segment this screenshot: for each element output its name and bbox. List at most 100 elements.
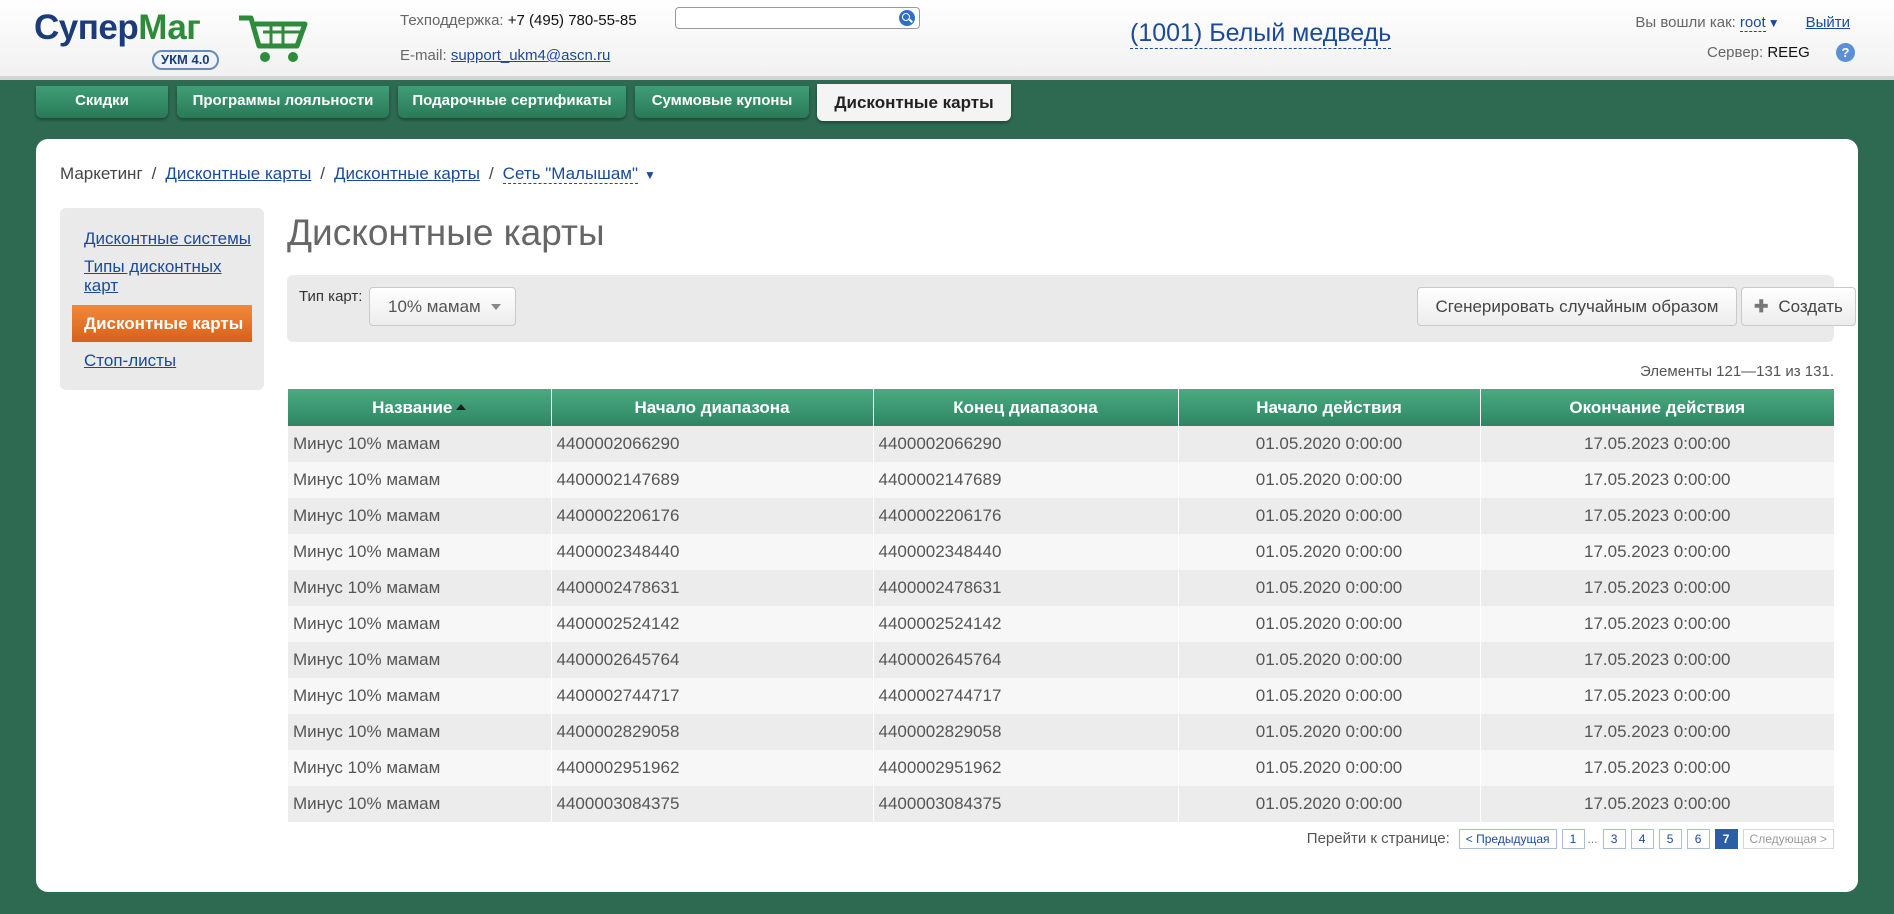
table-row[interactable]: Минус 10% мамам 4400002951962 440000295196… xyxy=(288,750,1834,786)
table-row[interactable]: Минус 10% мамам 4400002066290 440000206629… xyxy=(288,426,1834,462)
page-link[interactable]: 6 xyxy=(1686,829,1710,849)
page-link[interactable]: 1 xyxy=(1561,829,1585,849)
table-row[interactable]: Минус 10% мамам 4400002524142 440000252414… xyxy=(288,606,1834,642)
support-email-link[interactable]: support_ukm4@ascn.ru xyxy=(451,47,610,64)
table-row[interactable]: Минус 10% мамам 4400002206176 440000220617… xyxy=(288,498,1834,534)
breadcrumb-marketing: Маркетинг xyxy=(60,164,143,183)
cell-range-end: 4400002951962 xyxy=(873,750,1179,786)
create-button[interactable]: ✚ Создать xyxy=(1741,287,1856,326)
table-row[interactable]: Минус 10% мамам 4400002744717 440000274471… xyxy=(288,678,1834,714)
cell-valid-from: 01.05.2020 0:00:00 xyxy=(1178,462,1481,498)
cell-range-end: 4400002348440 xyxy=(873,534,1179,570)
tab-loyalty-programs[interactable]: Программы лояльности xyxy=(177,86,389,118)
page-link[interactable]: 3 xyxy=(1602,829,1626,849)
cell-name: Минус 10% мамам xyxy=(288,498,552,534)
card-type-select[interactable]: 10% мамам xyxy=(369,287,516,326)
page-ellipsis: ... xyxy=(1587,832,1598,846)
sidebar-item-discount-systems[interactable]: Дисконтные системы xyxy=(60,229,264,248)
column-header-valid-to[interactable]: Окончание действия xyxy=(1480,389,1834,426)
table-row[interactable]: Минус 10% мамам 4400003084375 440000308437… xyxy=(288,786,1834,822)
cell-name: Минус 10% мамам xyxy=(288,786,552,822)
cell-range-start: 4400002829058 xyxy=(551,714,874,750)
cell-name: Минус 10% мамам xyxy=(288,570,552,606)
table-row[interactable]: Минус 10% мамам 4400002829058 440000282905… xyxy=(288,714,1834,750)
cell-valid-to: 17.05.2023 0:00:00 xyxy=(1480,642,1834,678)
logo-badge: УКМ 4.0 xyxy=(152,50,219,70)
current-page[interactable]: 7 xyxy=(1714,829,1738,849)
generate-random-button[interactable]: Сгенерировать случайным образом xyxy=(1417,287,1737,326)
tab-discount-cards[interactable]: Дисконтные карты xyxy=(817,84,1011,121)
tab-discounts[interactable]: Скидки xyxy=(36,86,168,118)
plus-icon: ✚ xyxy=(1754,297,1769,316)
pagination: Перейти к странице: < Предыдущая 1... 3 4 5 6 7… xyxy=(1307,829,1834,849)
breadcrumb-discount-cards-2[interactable]: Дисконтные карты xyxy=(334,164,480,183)
user-menu[interactable]: root xyxy=(1739,14,1766,32)
cell-valid-from: 01.05.2020 0:00:00 xyxy=(1178,570,1481,606)
cell-range-end: 4400002744717 xyxy=(873,678,1179,714)
help-icon[interactable]: ? xyxy=(1836,43,1855,62)
column-header-valid-from[interactable]: Начало действия xyxy=(1178,389,1481,426)
filter-toolbar: Тип карт: 10% мамам Сгенерировать случай… xyxy=(287,275,1856,342)
supermag-logo[interactable]: СуперМаг УКМ 4.0 xyxy=(34,6,308,72)
logo-text: СуперМаг xyxy=(34,8,201,47)
tab-sum-coupons[interactable]: Суммовые купоны xyxy=(635,86,809,118)
cell-range-end: 4400002645764 xyxy=(873,642,1179,678)
cell-name: Минус 10% мамам xyxy=(288,642,552,678)
logout-link[interactable]: Выйти xyxy=(1806,14,1850,31)
page-link[interactable]: 5 xyxy=(1658,829,1682,849)
cell-range-start: 4400002645764 xyxy=(551,642,874,678)
chevron-down-icon[interactable]: ▼ xyxy=(644,168,656,182)
chevron-down-icon[interactable]: ▼ xyxy=(1768,16,1780,30)
cell-range-end: 4400002206176 xyxy=(873,498,1179,534)
page-link[interactable]: 4 xyxy=(1630,829,1654,849)
sidebar-item-card-types[interactable]: Типы дисконтных карт xyxy=(60,257,230,295)
cell-valid-from: 01.05.2020 0:00:00 xyxy=(1178,750,1481,786)
search-input[interactable] xyxy=(680,9,892,28)
cell-name: Минус 10% мамам xyxy=(288,426,552,462)
breadcrumb-discount-cards-1[interactable]: Дисконтные карты xyxy=(165,164,311,183)
chevron-down-icon xyxy=(491,304,501,310)
cell-valid-to: 17.05.2023 0:00:00 xyxy=(1480,750,1834,786)
search-box xyxy=(675,7,920,29)
tab-gift-certificates[interactable]: Подарочные сертификаты xyxy=(398,86,626,118)
support-email: E-mail: support_ukm4@ascn.ru xyxy=(400,47,611,64)
discount-cards-table: Название Начало диапазона Конец диапазон… xyxy=(288,389,1834,822)
cell-valid-to: 17.05.2023 0:00:00 xyxy=(1480,426,1834,462)
cell-range-end: 4400002066290 xyxy=(873,426,1179,462)
sort-ascending-icon xyxy=(456,403,467,410)
table-row[interactable]: Минус 10% мамам 4400002645764 440000264576… xyxy=(288,642,1834,678)
cell-valid-from: 01.05.2020 0:00:00 xyxy=(1178,678,1481,714)
cell-range-end: 4400002147689 xyxy=(873,462,1179,498)
prev-page-button[interactable]: < Предыдущая xyxy=(1458,829,1557,849)
pagination-label: Перейти к странице: xyxy=(1306,830,1450,847)
sidebar-item-discount-cards[interactable]: Дисконтные карты xyxy=(72,305,252,342)
breadcrumb-network-dropdown[interactable]: Сеть "Малышам" xyxy=(502,164,638,184)
cell-range-start: 4400002744717 xyxy=(551,678,874,714)
cell-valid-from: 01.05.2020 0:00:00 xyxy=(1178,498,1481,534)
cell-range-end: 4400002478631 xyxy=(873,570,1179,606)
cell-range-start: 4400002348440 xyxy=(551,534,874,570)
sidebar-item-stop-lists[interactable]: Стоп-листы xyxy=(60,351,264,370)
store-selector[interactable]: (1001) Белый медведь xyxy=(1130,18,1392,49)
column-header-range-start[interactable]: Начало диапазона xyxy=(551,389,874,426)
table-row[interactable]: Минус 10% мамам 4400002348440 440000234844… xyxy=(288,534,1834,570)
cell-valid-from: 01.05.2020 0:00:00 xyxy=(1178,786,1481,822)
column-header-name[interactable]: Название xyxy=(288,389,552,426)
next-page-button[interactable]: Следующая > xyxy=(1742,829,1834,849)
cell-valid-from: 01.05.2020 0:00:00 xyxy=(1178,714,1481,750)
support-phone: Техподдержка: +7 (495) 780-55-85 xyxy=(400,12,637,29)
cell-valid-to: 17.05.2023 0:00:00 xyxy=(1480,606,1834,642)
cell-range-start: 4400002147689 xyxy=(551,462,874,498)
search-icon[interactable] xyxy=(899,10,915,26)
table-row[interactable]: Минус 10% мамам 4400002147689 440000214768… xyxy=(288,462,1834,498)
page-title: Дисконтные карты xyxy=(287,212,605,253)
top-header: СуперМаг УКМ 4.0 Техподдержка: +7 (495) … xyxy=(0,0,1894,80)
main-panel: Маркетинг / Дисконтные карты / Дисконтные ка… xyxy=(36,139,1858,892)
cell-name: Минус 10% мамам xyxy=(288,534,552,570)
column-header-range-end[interactable]: Конец диапазона xyxy=(873,389,1179,426)
table-row[interactable]: Минус 10% мамам 4400002478631 440000247863… xyxy=(288,570,1834,606)
cell-valid-to: 17.05.2023 0:00:00 xyxy=(1480,570,1834,606)
server-info: Сервер: REEG xyxy=(1707,44,1810,61)
cell-name: Минус 10% мамам xyxy=(288,462,552,498)
cell-valid-from: 01.05.2020 0:00:00 xyxy=(1178,606,1481,642)
